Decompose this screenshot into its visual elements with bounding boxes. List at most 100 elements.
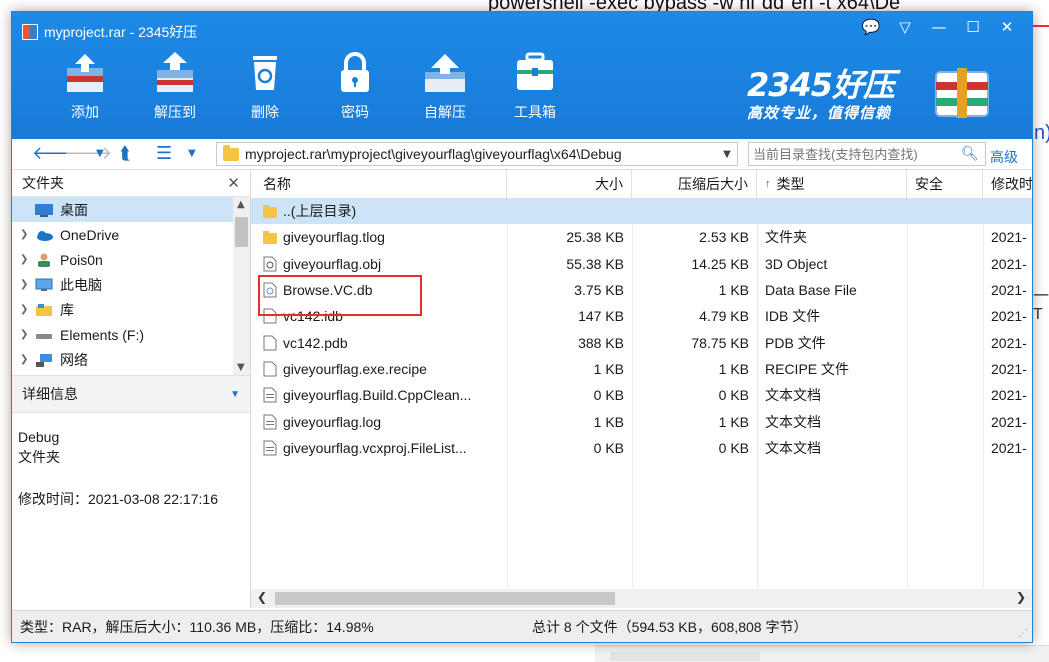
column-compressed-size[interactable]: 压缩后大小	[632, 170, 757, 198]
table-row[interactable]: vc142.pdb 388 KB 78.75 KB PDB 文件 2021-	[251, 329, 1032, 355]
highlight-annotation-box	[258, 275, 422, 316]
table-row[interactable]: giveyourflag.tlog 25.38 KB 2.53 KB 文件夹 2…	[251, 224, 1032, 250]
brand-name: 2345好压	[747, 66, 895, 104]
expand-chevron-icon[interactable]: ❯	[20, 354, 34, 365]
details-kind: 文件夹	[18, 449, 60, 465]
expand-chevron-icon[interactable]: ❯	[20, 229, 34, 240]
scroll-left-icon[interactable]: ❮	[257, 590, 267, 604]
table-row[interactable]: giveyourflag.obj 55.38 KB 14.25 KB 3D Ob…	[251, 251, 1032, 277]
scroll-right-icon[interactable]: ❯	[1016, 590, 1026, 604]
folder-icon	[223, 144, 239, 161]
computer-icon	[35, 278, 53, 291]
horizontal-scrollbar-thumb[interactable]	[275, 592, 615, 605]
tree-scrollbar[interactable]: ▲ ▼	[233, 197, 250, 375]
column-type[interactable]: ↑ 类型	[757, 170, 907, 198]
address-path: myproject.rar\myproject\giveyourflag\giv…	[245, 146, 622, 162]
view-dropdown-icon[interactable]: ▼	[188, 144, 196, 164]
delete-icon	[253, 56, 277, 90]
self-extract-label: 自解压	[424, 104, 466, 120]
expand-chevron-icon[interactable]: ❯	[20, 304, 34, 315]
scroll-down-icon[interactable]: ▼	[237, 362, 245, 373]
close-icon[interactable]: ✕	[227, 174, 240, 192]
history-dropdown-icon[interactable]: ▼	[96, 144, 104, 164]
scroll-up-icon[interactable]: ▲	[237, 199, 245, 210]
tree-item-label: Pois0n	[60, 251, 103, 268]
collapse-arrow-icon[interactable]: ▼	[230, 389, 240, 400]
expand-chevron-icon[interactable]: ❯	[20, 279, 34, 290]
text-file-icon	[263, 440, 277, 456]
column-size[interactable]: 大小	[507, 170, 632, 198]
add-archive-icon	[67, 54, 103, 92]
brand-slogan: 高效专业，值得信赖	[747, 104, 892, 122]
advanced-search-link[interactable]: 高级	[990, 147, 1018, 167]
password-button[interactable]: 密码	[310, 50, 400, 122]
column-name[interactable]: 名称	[251, 170, 507, 198]
table-row[interactable]: giveyourflag.vcxproj.FileList... 0 KB 0 …	[251, 435, 1032, 461]
delete-label: 删除	[251, 104, 279, 120]
tree-item-onedrive[interactable]: ❯ OneDrive	[12, 222, 250, 247]
details-header[interactable]: 详细信息 ▼	[12, 375, 250, 413]
tree-item-drive-f[interactable]: ❯ Elements (F:)	[12, 322, 250, 347]
extract-to-button[interactable]: 解压到	[130, 50, 220, 122]
resize-grip-icon[interactable]: ⋰	[1018, 628, 1028, 639]
tree-scrollbar-thumb[interactable]	[235, 217, 248, 247]
desktop-icon	[35, 203, 53, 217]
network-icon	[36, 353, 52, 367]
tree-item-network[interactable]: ❯ 网络	[12, 347, 250, 372]
table-row[interactable]: giveyourflag.Build.CppClean... 0 KB 0 KB…	[251, 382, 1032, 408]
tree-item-label: 桌面	[60, 201, 88, 218]
extract-to-label: 解压到	[154, 104, 196, 120]
view-list-icon[interactable]: ☰	[156, 144, 172, 164]
cloud-icon	[37, 230, 53, 241]
address-bar[interactable]: myproject.rar\myproject\giveyourflag\giv…	[216, 142, 738, 166]
add-label: 添加	[71, 104, 99, 120]
add-button[interactable]: 添加	[40, 50, 130, 122]
delete-button[interactable]: 删除	[220, 50, 310, 122]
folder-tree: 桌面 ❯ OneDrive ❯ Pois0n ❯ 此电脑 ❯ 库 ❯ Eleme…	[12, 197, 250, 375]
details-modified: 修改时间：2021-03-08 22:17:16	[18, 491, 218, 507]
search-icon[interactable]: 🔍︎	[961, 146, 979, 162]
address-dropdown-icon[interactable]: ▼	[717, 149, 737, 160]
main-toolbar: 添加 解压到 删除 密码 自解压 工具箱	[40, 50, 580, 122]
search-input[interactable]	[749, 145, 961, 163]
up-folder-icon[interactable]: ⮬	[120, 144, 131, 164]
file-list: 名称 大小 压缩后大小 ↑ 类型 安全 修改时 ..(上层目录) giveyour…	[251, 170, 1032, 608]
folder-up-icon	[263, 205, 277, 219]
sort-up-icon: ↑	[765, 178, 771, 190]
search-box: 🔍︎	[748, 142, 986, 166]
status-bar: 类型：RAR，解压后大小：110.36 MB，压缩比：14.98% 总计 8 个…	[12, 610, 1032, 642]
table-row[interactable]: giveyourflag.exe.recipe 1 KB 1 KB RECIPE…	[251, 356, 1032, 382]
folders-title: 文件夹	[22, 175, 64, 191]
tree-item-label: 网络	[60, 351, 88, 368]
column-modified[interactable]: 修改时	[983, 170, 1032, 198]
tree-item-this-pc[interactable]: ❯ 此电脑	[12, 272, 250, 297]
left-panel: 文件夹 ✕ 桌面 ❯ OneDrive ❯ Pois0n ❯ 此电脑 ❯ 库 ❯…	[12, 170, 251, 608]
feedback-button[interactable]: 💬	[854, 14, 888, 40]
horizontal-scrollbar[interactable]: ❮ ❯	[251, 589, 1032, 608]
menu-button[interactable]: ▽	[888, 14, 922, 40]
tree-item-user[interactable]: ❯ Pois0n	[12, 247, 250, 272]
navigation-bar: 🡐 🡒 ▼ ⮬ ☰ ▼ myproject.rar\myproject\give…	[12, 139, 1032, 170]
background-bottom-tab	[610, 652, 760, 661]
toolbox-button[interactable]: 工具箱	[490, 50, 580, 122]
minimize-button[interactable]: —	[922, 14, 956, 40]
folder-icon	[263, 231, 277, 245]
tree-item-desktop[interactable]: 桌面	[12, 197, 250, 222]
user-icon	[38, 253, 50, 267]
app-icon	[22, 24, 38, 40]
tree-item-library[interactable]: ❯ 库	[12, 297, 250, 322]
expand-chevron-icon[interactable]: ❯	[20, 254, 34, 265]
archive-box-icon	[935, 68, 989, 118]
close-button[interactable]: ✕	[990, 14, 1024, 40]
maximize-button[interactable]: ☐	[956, 14, 990, 40]
self-extract-button[interactable]: 自解压	[400, 50, 490, 122]
password-label: 密码	[341, 104, 369, 120]
window-controls: 💬 ▽ — ☐ ✕	[854, 14, 1024, 40]
expand-chevron-icon[interactable]: ❯	[20, 329, 34, 340]
details-name: Debug	[18, 429, 60, 445]
table-row[interactable]: giveyourflag.log 1 KB 1 KB 文本文档 2021-	[251, 408, 1032, 434]
forward-arrow-icon[interactable]: 🡒	[64, 144, 112, 164]
column-security[interactable]: 安全	[907, 170, 983, 198]
table-row[interactable]: ..(上层目录)	[251, 198, 1032, 225]
background-side-text: n)	[1034, 122, 1049, 144]
